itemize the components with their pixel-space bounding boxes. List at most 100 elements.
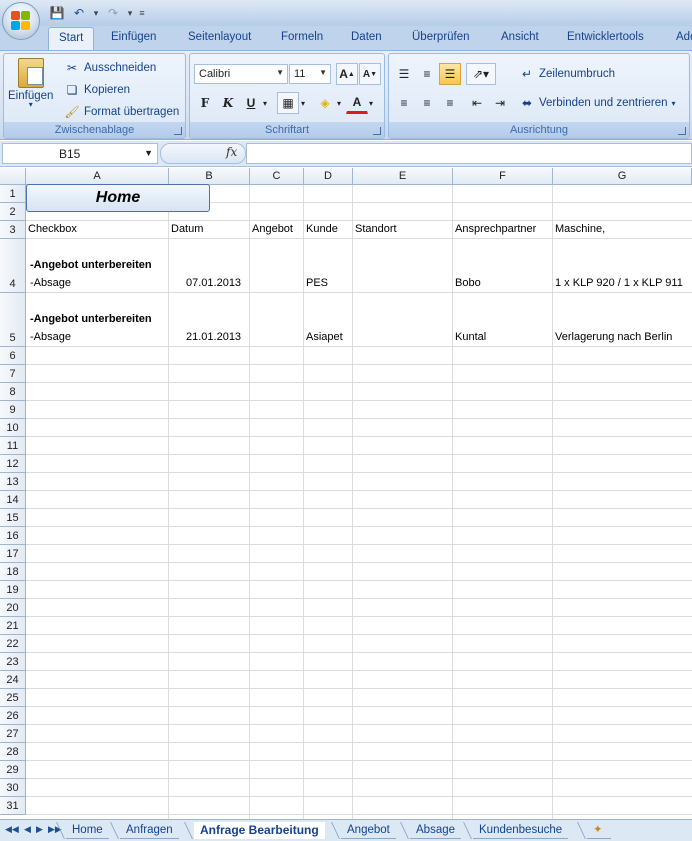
borders-icon[interactable]: ▦ <box>277 92 299 114</box>
paste-button[interactable]: Einfügen ▾ <box>8 58 53 109</box>
column-header-c[interactable]: C <box>250 168 304 185</box>
row-header[interactable]: 25 <box>0 689 26 707</box>
cell-d3[interactable]: Kunde <box>306 223 338 235</box>
next-sheet-icon[interactable]: ▶ <box>36 824 43 835</box>
row-header[interactable]: 7 <box>0 365 26 383</box>
first-sheet-icon[interactable]: ◀◀ <box>5 824 19 835</box>
fill-color-icon[interactable]: ◈ <box>314 92 336 114</box>
row-header[interactable]: 12 <box>0 455 26 473</box>
sheet-tab-home[interactable]: Home <box>66 822 109 839</box>
cell-e3[interactable]: Standort <box>355 223 397 235</box>
align-left-icon[interactable]: ≡ <box>393 92 415 114</box>
row-header[interactable]: 9 <box>0 401 26 419</box>
column-header-g[interactable]: G <box>553 168 692 185</box>
cell-d4[interactable]: PES <box>306 277 328 289</box>
column-header-e[interactable]: E <box>353 168 453 185</box>
cell-f3[interactable]: Ansprechpartner <box>455 223 536 235</box>
chevron-down-icon[interactable]: ▼ <box>144 148 153 158</box>
select-all-corner[interactable] <box>0 168 26 185</box>
cell-b3[interactable]: Datum <box>171 223 203 235</box>
tab-start[interactable]: Start <box>48 27 95 51</box>
merge-center-button[interactable]: ⬌ Verbinden und zentrieren ▾ <box>519 95 676 111</box>
row-header[interactable]: 28 <box>0 743 26 761</box>
row-header[interactable]: 3 <box>0 221 26 239</box>
font-color-icon[interactable]: A <box>346 92 368 114</box>
tab-entwicklertools[interactable]: Entwicklertools <box>567 31 644 43</box>
fx-icon[interactable]: fx <box>226 145 237 159</box>
cell-a5-line1[interactable]: -Angebot unterbereiten <box>30 313 152 325</box>
tab-seitenlayout[interactable]: Seitenlayout <box>188 31 251 43</box>
row-header[interactable]: 17 <box>0 545 26 563</box>
cell-g3[interactable]: Maschine, <box>555 223 605 235</box>
redo-dropdown-icon[interactable]: ▾ <box>126 4 134 22</box>
row-header[interactable]: 26 <box>0 707 26 725</box>
copy-button[interactable]: ❏ Kopieren <box>64 82 130 98</box>
spreadsheet-grid[interactable]: A B C D E F G 1 2 3 4 5 6 7 8 9 10 11 12 13 14 15 16 17 1… <box>0 168 692 819</box>
sheet-tab-anfrage-bearbeitung[interactable]: Anfrage Bearbeitung <box>194 822 325 839</box>
row-header[interactable]: 16 <box>0 527 26 545</box>
insert-sheet-icon[interactable]: ✦ <box>587 822 611 839</box>
cut-button[interactable]: ✂ Ausschneiden <box>64 60 156 76</box>
prev-sheet-icon[interactable]: ◀ <box>24 824 31 835</box>
increase-indent-icon[interactable]: ⇥ <box>489 92 511 114</box>
cell-g4[interactable]: 1 x KLP 920 / 1 x KLP 911 <box>555 277 692 289</box>
tab-ueberpruefen[interactable]: Überprüfen <box>412 31 470 43</box>
row-header[interactable]: 23 <box>0 653 26 671</box>
row-header[interactable]: 6 <box>0 347 26 365</box>
row-header[interactable]: 30 <box>0 779 26 797</box>
font-size-select[interactable]: 11 ▼ <box>289 64 331 84</box>
undo-icon[interactable]: ↶ <box>70 4 88 22</box>
align-top-icon[interactable]: ☰ <box>393 63 415 85</box>
italic-button[interactable]: K <box>217 92 239 114</box>
cell-f5[interactable]: Kuntal <box>455 331 486 343</box>
borders-dropdown-icon[interactable]: ▾ <box>298 92 308 114</box>
decrease-indent-icon[interactable]: ⇤ <box>466 92 488 114</box>
row-header[interactable]: 31 <box>0 797 26 815</box>
cell-a3[interactable]: Checkbox <box>28 223 77 235</box>
tab-add[interactable]: Add <box>676 31 692 43</box>
shrink-font-icon[interactable]: A ▼ <box>359 63 381 85</box>
cell-a4-line2[interactable]: -Absage <box>30 277 71 289</box>
name-box[interactable]: B15 ▼ <box>2 143 158 164</box>
row-header[interactable]: 29 <box>0 761 26 779</box>
row-header[interactable]: 24 <box>0 671 26 689</box>
column-header-b[interactable]: B <box>169 168 250 185</box>
cell-g5[interactable]: Verlagerung nach Berlin <box>555 331 692 343</box>
formula-input[interactable] <box>246 143 692 164</box>
cell-b5[interactable]: 21.01.2013 <box>186 331 241 343</box>
align-middle-icon[interactable]: ≡ <box>416 63 438 85</box>
align-right-icon[interactable]: ≡ <box>439 92 461 114</box>
font-color-dropdown-icon[interactable]: ▾ <box>366 92 376 114</box>
home-button[interactable]: Home <box>26 184 210 212</box>
align-center-icon[interactable]: ≡ <box>416 92 438 114</box>
row-header[interactable]: 8 <box>0 383 26 401</box>
align-bottom-icon[interactable]: ☰ <box>439 63 461 85</box>
clipboard-launcher-icon[interactable] <box>174 127 182 135</box>
column-header-a[interactable]: A <box>26 168 169 185</box>
fill-color-dropdown-icon[interactable]: ▾ <box>334 92 344 114</box>
undo-dropdown-icon[interactable]: ▾ <box>92 4 100 22</box>
tab-ansicht[interactable]: Ansicht <box>501 31 539 43</box>
tab-formeln[interactable]: Formeln <box>281 31 323 43</box>
cell-d5[interactable]: Asiapet <box>306 331 343 343</box>
row-header[interactable]: 19 <box>0 581 26 599</box>
cell-f4[interactable]: Bobo <box>455 277 481 289</box>
bold-button[interactable]: F <box>194 92 216 114</box>
column-header-d[interactable]: D <box>304 168 353 185</box>
tab-daten[interactable]: Daten <box>351 31 382 43</box>
row-header[interactable]: 18 <box>0 563 26 581</box>
column-header-f[interactable]: F <box>453 168 553 185</box>
row-header[interactable]: 13 <box>0 473 26 491</box>
underline-dropdown-icon[interactable]: ▾ <box>260 92 270 114</box>
office-button[interactable] <box>2 2 40 40</box>
row-header[interactable]: 5 <box>0 293 26 347</box>
row-header[interactable]: 20 <box>0 599 26 617</box>
customize-icon[interactable]: ≡ <box>138 4 146 22</box>
tab-einfuegen[interactable]: Einfügen <box>111 31 156 43</box>
format-painter-button[interactable]: 🖌 Format übertragen <box>64 104 179 120</box>
sheet-tab-anfragen[interactable]: Anfragen <box>120 822 179 839</box>
underline-button[interactable]: U <box>240 92 262 114</box>
cell-a4-line1[interactable]: -Angebot unterbereiten <box>30 259 152 271</box>
redo-icon[interactable]: ↷ <box>104 4 122 22</box>
sheet-tab-kundenbesuche[interactable]: Kundenbesuche <box>473 822 569 839</box>
